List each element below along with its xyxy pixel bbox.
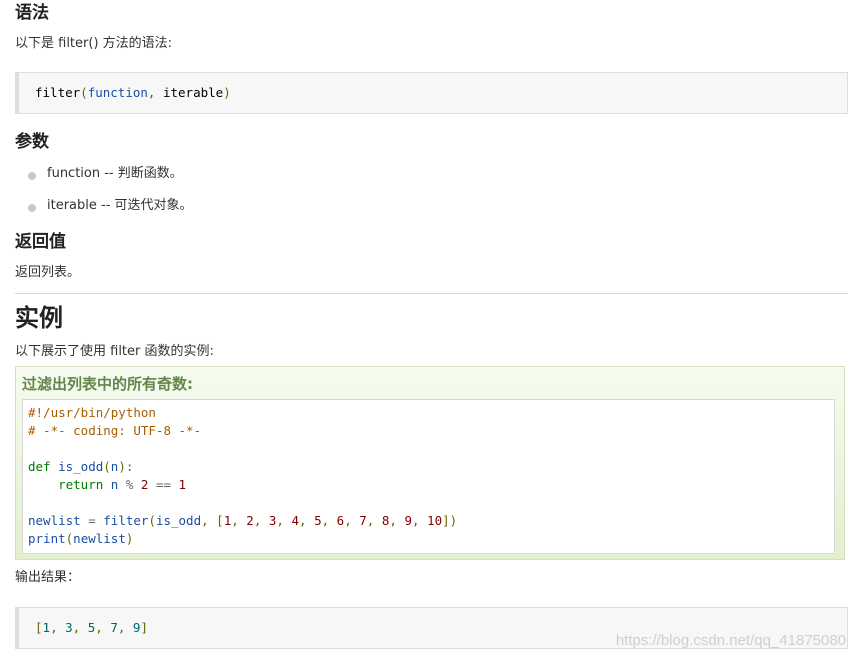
code-bracket: ]) [442,513,458,528]
code-fn: filter [35,85,81,100]
code-line-print: print(newlist) [28,530,133,548]
code-number: 5 [314,513,322,528]
bullet-icon [28,172,36,180]
code-number: 1 [42,620,51,635]
code-var-newlist: newlist [28,513,81,528]
code-list-numbers: 1, 2, 3, 4, 5, 6, 7, 8, 9, 10 [224,513,442,528]
code-line-shebang: #!/usr/bin/python [28,405,156,420]
code-arg-iterable: iterable [162,85,224,100]
syntax-code-block: filter(function, iterable) [15,72,848,114]
param-item-iterable: iterable -- 可迭代对象。 [47,198,193,213]
example-code-block: #!/usr/bin/python # -*- coding: UTF-8 -*… [22,399,835,554]
code-op-assign: = [80,513,104,528]
code-number: 4 [291,513,300,528]
code-kw-def: def [28,459,51,474]
code-comma: , [253,513,269,528]
code-line-return: return n % 2 == 1 [28,476,186,494]
code-comma: , [117,620,133,635]
code-fn-print: print [28,531,66,546]
code-paren: ( [148,513,156,528]
code-number: 7 [110,620,118,635]
code-paren: ) [125,531,134,546]
code-comma: , [276,513,292,528]
code-num: 1 [178,477,187,492]
code-comma: , [147,85,163,100]
returns-text: 返回列表。 [15,265,81,280]
example-heading: 实例 [15,304,63,332]
code-number: 9 [404,513,412,528]
output-code-line: [1, 3, 5, 7, 9] [35,619,148,637]
code-comma: , [299,513,315,528]
output-label: 输出结果： [15,570,81,585]
code-comma: , [389,513,405,528]
code-line-coding: # -*- coding: UTF-8 -*- [28,423,202,438]
code-paren: ): [118,459,134,474]
output-bracket: ] [140,620,148,635]
syntax-code-line: filter(function, iterable) [35,84,231,102]
syntax-intro: 以下是 filter() 方法的语法: [15,36,173,51]
code-paren: ( [103,459,111,474]
code-arg-newlist: newlist [73,531,126,546]
code-comma: , [411,513,428,528]
code-comma: , [344,513,360,528]
watermark-text: https://blog.csdn.net/qq_41875080 [615,632,846,649]
code-line-def: def is_odd(n): [28,458,133,476]
article-page: 语法 以下是 filter() 方法的语法: filter(function, … [0,0,856,659]
code-comma: , [50,620,66,635]
code-number: 7 [359,513,367,528]
code-comma: , [366,513,382,528]
code-arg-is-odd: is_odd [155,513,202,528]
code-number: 3 [65,620,73,635]
param-item-function: function -- 判断函数。 [47,166,183,181]
params-heading: 参数 [15,132,49,152]
code-kw-return: return [58,477,104,492]
code-arg-function: function [87,85,148,100]
code-op-eq: == [148,477,179,492]
code-fn-filter: filter [103,513,149,528]
returns-heading: 返回值 [15,232,66,252]
bullet-icon [28,204,36,212]
section-divider [15,293,848,294]
code-paren-close: ) [223,85,231,100]
code-comma: , [72,620,88,635]
code-paren-open: ( [80,85,88,100]
syntax-heading: 语法 [15,3,49,23]
output-numbers: 1, 3, 5, 7, 9 [43,620,141,635]
code-number: 2 [246,513,254,528]
output-bracket: [ [35,620,43,635]
code-number: 10 [427,513,443,528]
code-comma: , [321,513,337,528]
code-fn-name: is_odd [58,459,104,474]
code-comma: , [201,513,217,528]
code-line-newlist: newlist = filter(is_odd, [1, 2, 3, 4, 5,… [28,512,457,530]
code-comma: , [231,513,247,528]
code-var-n: n [103,477,126,492]
example-box-title: 过滤出列表中的所有奇数: [22,375,193,393]
code-bracket: [ [216,513,224,528]
code-comma: , [95,620,111,635]
example-intro: 以下展示了使用 filter 函数的实例: [15,344,214,359]
example-box: 过滤出列表中的所有奇数: #!/usr/bin/python # -*- cod… [15,366,845,560]
